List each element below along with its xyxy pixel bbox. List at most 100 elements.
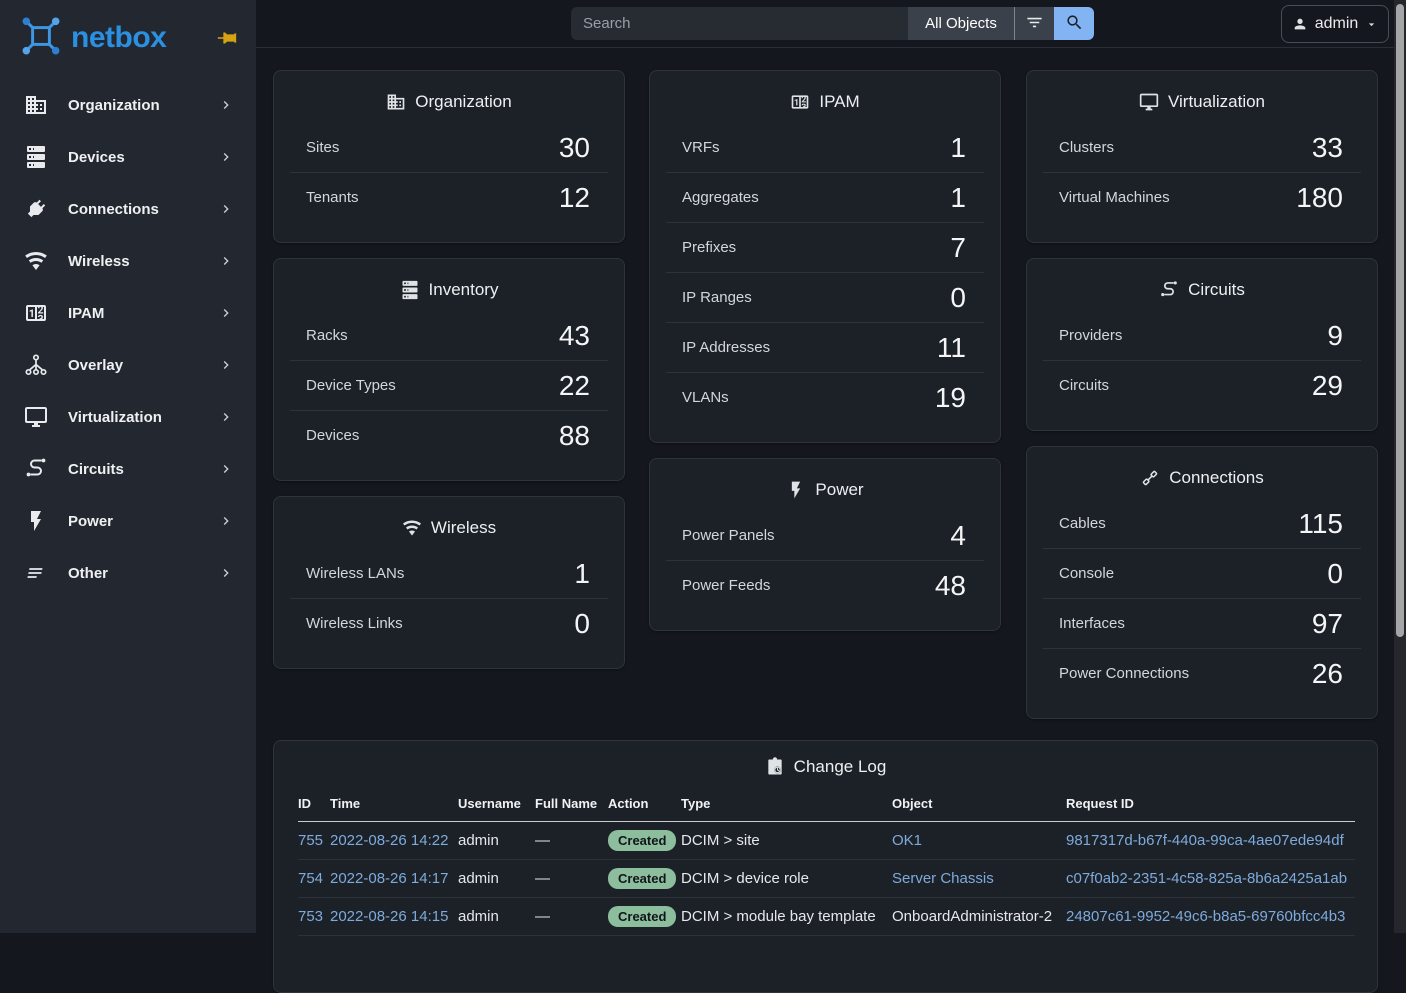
sidebar-item-wireless[interactable]: Wireless	[0, 235, 256, 287]
changelog-row: 755 2022-08-26 14:22 admin — Created DCI…	[298, 822, 1355, 860]
changelog-id-link[interactable]: 753	[298, 908, 323, 925]
stat-value[interactable]: 9	[1327, 320, 1343, 352]
changelog-time-link[interactable]: 2022-08-26 14:15	[330, 908, 448, 925]
changelog-request-id-link[interactable]: 24807c61-9952-49c6-b8a5-69760bfcc4b3	[1066, 908, 1345, 925]
user-menu-button[interactable]: admin	[1281, 5, 1389, 43]
stat-value[interactable]: 0	[1327, 558, 1343, 590]
stat-row: Device Types 22	[290, 360, 608, 410]
changelog-object: Server Chassis	[892, 860, 1066, 898]
sidebar-item-virtualization[interactable]: Virtualization	[0, 391, 256, 443]
stat-value[interactable]: 12	[559, 182, 590, 214]
column-header-request-id: Request ID	[1066, 790, 1355, 822]
stat-label[interactable]: Wireless LANs	[306, 565, 404, 582]
sidebar-item-connections[interactable]: Connections	[0, 183, 256, 235]
stat-value[interactable]: 22	[559, 370, 590, 402]
sidebar-item-power[interactable]: Power	[0, 495, 256, 547]
stat-value[interactable]: 180	[1296, 182, 1343, 214]
changelog-id-link[interactable]: 754	[298, 870, 323, 887]
stat-label[interactable]: Aggregates	[682, 189, 759, 206]
stat-label[interactable]: Device Types	[306, 377, 396, 394]
sidebar-item-label: IPAM	[68, 305, 104, 322]
stat-value[interactable]: 0	[950, 282, 966, 314]
pin-sidebar-icon[interactable]	[216, 27, 238, 49]
stat-value[interactable]: 7	[950, 232, 966, 264]
stat-value[interactable]: 4	[950, 520, 966, 552]
clipboard-clock-icon	[765, 757, 785, 777]
changelog-object-link[interactable]: OK1	[892, 832, 922, 849]
stat-value[interactable]: 0	[574, 608, 590, 640]
building-icon	[386, 92, 406, 112]
stat-label[interactable]: Power Feeds	[682, 577, 770, 594]
stat-value[interactable]: 26	[1312, 658, 1343, 690]
scrollbar-thumb[interactable]	[1396, 4, 1404, 637]
sidebar-item-other[interactable]: Other	[0, 547, 256, 599]
stat-value[interactable]: 48	[935, 570, 966, 602]
sidebar-item-overlay[interactable]: Overlay	[0, 339, 256, 391]
stat-row: Power Panels 4	[666, 511, 984, 560]
stat-value[interactable]: 115	[1298, 508, 1343, 540]
stat-label[interactable]: VRFs	[682, 139, 720, 156]
sidebar-item-circuits[interactable]: Circuits	[0, 443, 256, 495]
page-scrollbar[interactable]	[1394, 0, 1406, 933]
stat-label[interactable]: Power Panels	[682, 527, 775, 544]
stat-row: Power Connections 26	[1043, 648, 1361, 698]
changelog-type: DCIM > device role	[681, 860, 892, 898]
stat-label[interactable]: Providers	[1059, 327, 1122, 344]
stat-label[interactable]: Racks	[306, 327, 348, 344]
server-icon	[24, 145, 48, 169]
stat-label[interactable]: Sites	[306, 139, 339, 156]
filter-button[interactable]	[1014, 7, 1054, 40]
stat-value[interactable]: 30	[559, 132, 590, 164]
stat-value[interactable]: 43	[559, 320, 590, 352]
changelog-request-id-link[interactable]: c07f0ab2-2351-4c58-825a-8b6a2425a1ab	[1066, 870, 1347, 887]
sidebar-nav: Organization Devices Connections Wireles…	[0, 76, 256, 599]
stat-value[interactable]: 11	[937, 332, 966, 364]
chevron-right-icon	[218, 149, 234, 165]
stat-value[interactable]: 33	[1312, 132, 1343, 164]
wifi-icon	[402, 518, 422, 538]
sidebar-item-label: Wireless	[68, 253, 130, 270]
search-input[interactable]	[571, 7, 908, 40]
stat-label[interactable]: Prefixes	[682, 239, 736, 256]
stat-value[interactable]: 29	[1312, 370, 1343, 402]
stat-value[interactable]: 97	[1312, 608, 1343, 640]
monitor-icon	[1139, 92, 1159, 112]
stat-value[interactable]: 1	[950, 182, 966, 214]
card-title: Connections	[1169, 468, 1264, 488]
stat-label[interactable]: Power Connections	[1059, 665, 1189, 682]
transit-icon	[1159, 280, 1179, 300]
stat-label[interactable]: Console	[1059, 565, 1114, 582]
netbox-logo-icon[interactable]	[20, 15, 62, 62]
brand-wordmark[interactable]: netbox	[71, 21, 166, 55]
stat-label[interactable]: Devices	[306, 427, 359, 444]
stat-value[interactable]: 88	[559, 420, 590, 452]
changelog-request-id-link[interactable]: 9817317d-b67f-440a-99ca-4ae07ede94df	[1066, 832, 1344, 849]
stat-label[interactable]: IP Addresses	[682, 339, 770, 356]
stat-label[interactable]: Virtual Machines	[1059, 189, 1170, 206]
graph-icon	[24, 353, 48, 377]
changelog-object-link[interactable]: Server Chassis	[892, 870, 994, 887]
stat-value[interactable]: 1	[950, 132, 966, 164]
changelog-table: IDTimeUsernameFull NameActionTypeObjectR…	[298, 790, 1355, 936]
card-title: IPAM	[819, 92, 859, 112]
search-button[interactable]	[1054, 7, 1094, 40]
stat-label[interactable]: Circuits	[1059, 377, 1109, 394]
stat-label[interactable]: Tenants	[306, 189, 359, 206]
stat-label[interactable]: Wireless Links	[306, 615, 403, 632]
stat-value[interactable]: 1	[574, 558, 590, 590]
action-badge: Created	[608, 906, 676, 927]
stat-value[interactable]: 19	[935, 382, 966, 414]
sidebar-item-ipam[interactable]: IPAM	[0, 287, 256, 339]
stat-label[interactable]: Clusters	[1059, 139, 1114, 156]
changelog-time-link[interactable]: 2022-08-26 14:17	[330, 870, 448, 887]
stat-label[interactable]: Cables	[1059, 515, 1106, 532]
changelog-id-link[interactable]: 755	[298, 832, 323, 849]
sidebar-item-devices[interactable]: Devices	[0, 131, 256, 183]
stat-label[interactable]: IP Ranges	[682, 289, 752, 306]
sidebar-item-organization[interactable]: Organization	[0, 79, 256, 131]
stat-label[interactable]: VLANs	[682, 389, 729, 406]
card-connections: Connections Cables 115 Console 0 Interfa…	[1026, 446, 1378, 719]
changelog-time-link[interactable]: 2022-08-26 14:22	[330, 832, 448, 849]
stat-label[interactable]: Interfaces	[1059, 615, 1125, 632]
search-scope-dropdown[interactable]: All Objects	[908, 7, 1014, 40]
